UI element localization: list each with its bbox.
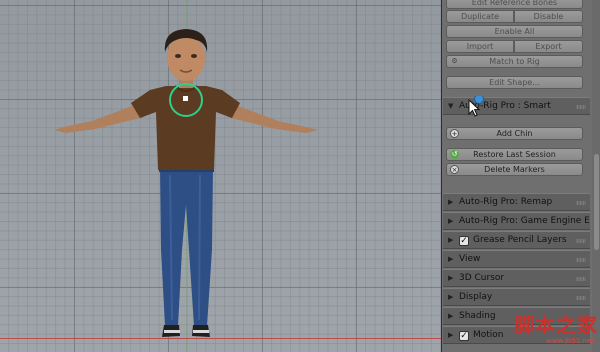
delete-markers-button[interactable]: × Delete Markers bbox=[446, 163, 583, 176]
edit-shape-button[interactable]: Edit Shape... bbox=[446, 76, 583, 89]
drag-grip-icon[interactable] bbox=[576, 258, 586, 262]
collapsed-triangle-icon: ▶ bbox=[448, 236, 454, 244]
edit-reference-bones-button[interactable]: Edit Reference Bones bbox=[446, 0, 583, 9]
section-game-engine[interactable]: ▶ Auto-Rig Pro: Game Engine E bbox=[443, 212, 590, 230]
scrollbar-thumb[interactable] bbox=[594, 154, 599, 250]
import-button[interactable]: Import bbox=[446, 40, 514, 53]
delete-icon: × bbox=[450, 165, 459, 174]
collapsed-triangle-icon: ▶ bbox=[448, 198, 454, 206]
collapsed-triangle-icon: ▶ bbox=[448, 293, 454, 301]
plus-icon: + bbox=[450, 129, 459, 138]
section-view[interactable]: ▶ View bbox=[443, 250, 590, 268]
mouse-cursor-icon bbox=[468, 96, 484, 117]
match-to-rig-button[interactable]: ⚙ Match to Rig bbox=[446, 55, 583, 68]
rig-icon: ⚙ bbox=[451, 57, 458, 65]
export-button[interactable]: Export bbox=[514, 40, 583, 53]
section-3d-cursor[interactable]: ▶ 3D Cursor bbox=[443, 269, 590, 287]
expand-triangle-icon: ▼ bbox=[448, 102, 454, 110]
site-watermark: 脚本之家 www.jb51.net bbox=[498, 314, 598, 350]
section-remap[interactable]: ▶ Auto-Rig Pro: Remap bbox=[443, 193, 590, 211]
shoes bbox=[162, 325, 210, 337]
collapsed-triangle-icon: ▶ bbox=[448, 274, 454, 282]
add-chin-button[interactable]: + Add Chin bbox=[446, 127, 583, 140]
section-label: 3D Cursor bbox=[459, 273, 505, 283]
collapsed-triangle-icon: ▶ bbox=[448, 217, 454, 225]
section-label: View bbox=[459, 254, 481, 264]
add-chin-label: Add Chin bbox=[496, 129, 533, 138]
restore-last-session-button[interactable]: ↺ Restore Last Session bbox=[446, 148, 583, 161]
section-display[interactable]: ▶ Display bbox=[443, 288, 590, 306]
section-label: Auto-Rig Pro: Remap bbox=[459, 197, 553, 207]
match-to-rig-label: Match to Rig bbox=[489, 57, 540, 66]
section-label: Shading bbox=[459, 311, 496, 321]
restore-last-session-label: Restore Last Session bbox=[473, 150, 556, 159]
collapsed-triangle-icon: ▶ bbox=[448, 255, 454, 263]
section-label: Grease Pencil Layers bbox=[473, 235, 567, 245]
grease-pencil-checkbox[interactable]: ✓ bbox=[459, 236, 469, 246]
section-label: Display bbox=[459, 292, 493, 302]
disable-button[interactable]: Disable bbox=[514, 10, 583, 23]
watermark-title: 脚本之家 bbox=[514, 313, 598, 337]
3d-viewport[interactable] bbox=[0, 0, 441, 352]
drag-grip-icon[interactable] bbox=[576, 105, 586, 109]
restore-icon: ↺ bbox=[450, 150, 459, 159]
watermark-url: www.jb51.net bbox=[546, 337, 594, 345]
drag-grip-icon[interactable] bbox=[576, 277, 586, 281]
enable-all-button[interactable]: Enable All bbox=[446, 25, 583, 38]
character-model[interactable] bbox=[0, 0, 441, 352]
duplicate-button[interactable]: Duplicate bbox=[446, 10, 514, 23]
head bbox=[164, 29, 208, 88]
jeans bbox=[159, 166, 214, 326]
collapsed-triangle-icon: ▶ bbox=[448, 331, 454, 339]
collapsed-triangle-icon: ▶ bbox=[448, 312, 454, 320]
motion-tracking-checkbox[interactable]: ✓ bbox=[459, 331, 469, 341]
drag-grip-icon[interactable] bbox=[576, 296, 586, 300]
section-label: Auto-Rig Pro: Game Engine E bbox=[459, 216, 590, 226]
drag-grip-icon[interactable] bbox=[576, 201, 586, 205]
delete-markers-label: Delete Markers bbox=[484, 165, 545, 174]
drag-grip-icon[interactable] bbox=[576, 239, 586, 243]
section-grease-pencil-layers[interactable]: ▶ ✓ Grease Pencil Layers bbox=[443, 231, 590, 249]
